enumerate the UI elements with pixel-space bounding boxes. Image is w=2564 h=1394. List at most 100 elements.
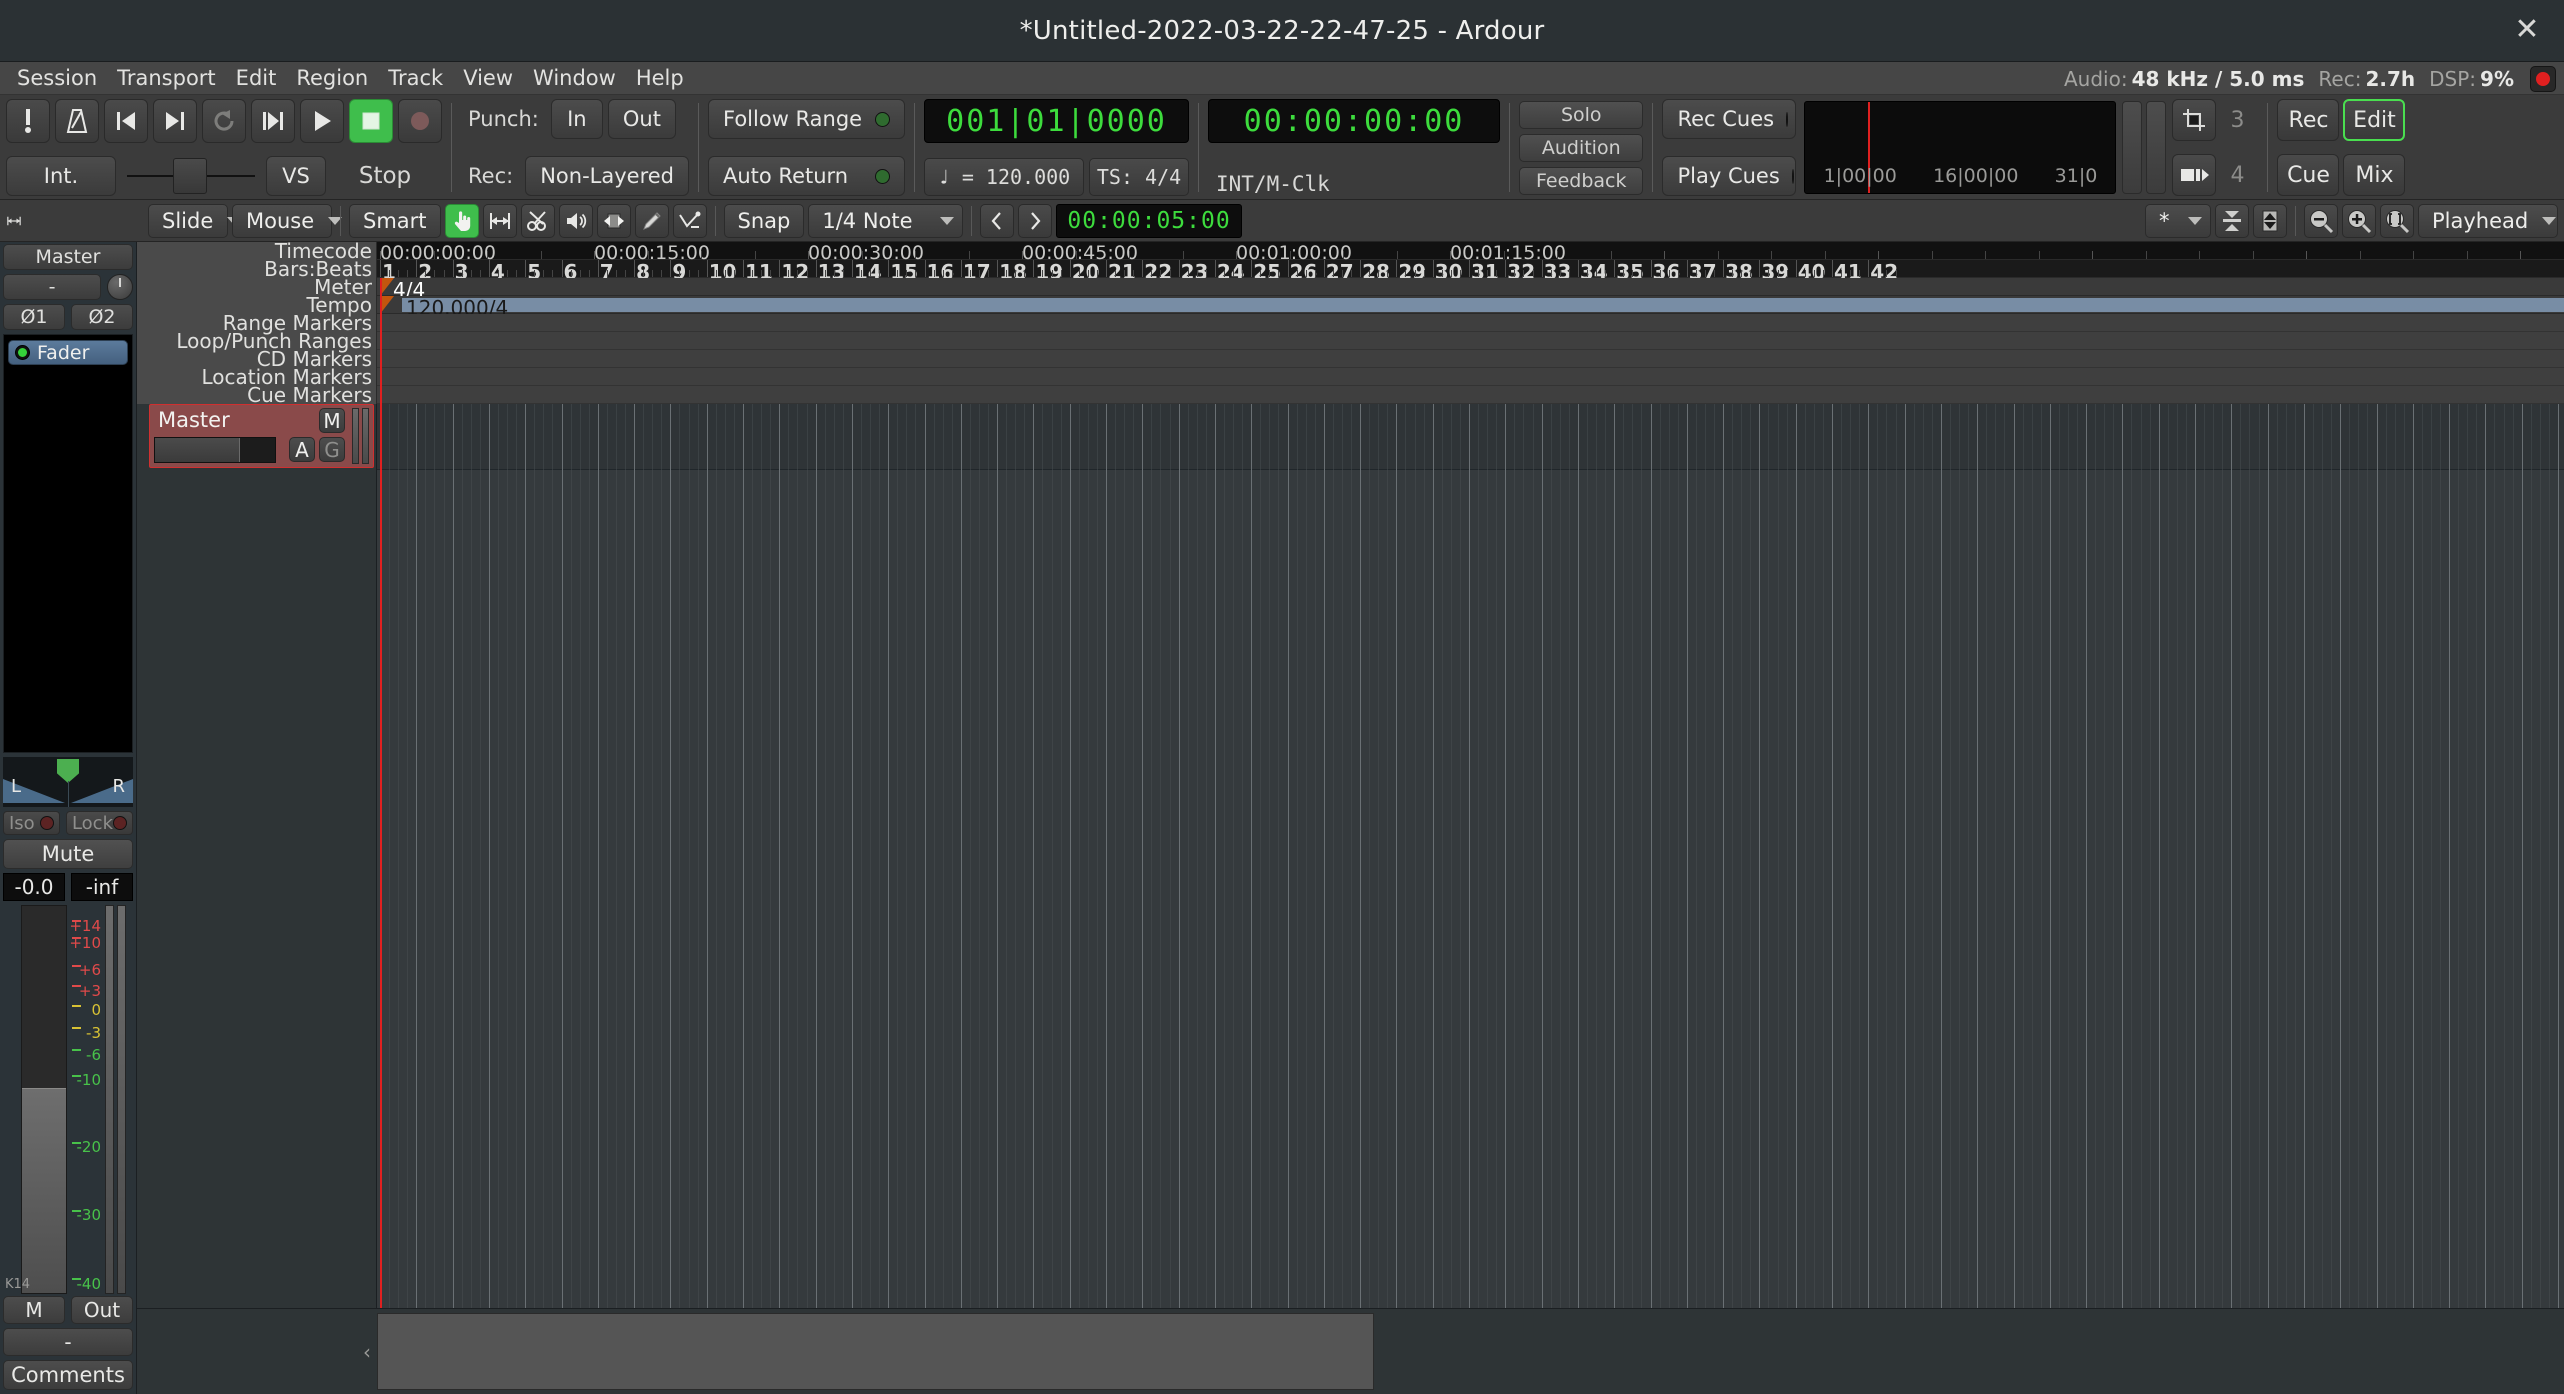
goto-start-button[interactable]: [104, 99, 148, 143]
comments-button[interactable]: Comments: [3, 1360, 133, 1390]
edit-mode-dropdown[interactable]: Slide: [148, 203, 242, 238]
grab-tool[interactable]: [444, 203, 479, 238]
ruler-lane-meter[interactable]: 4/4: [377, 278, 2564, 302]
track-lane-master[interactable]: [377, 404, 2564, 470]
page-button-rec[interactable]: Rec: [2277, 99, 2340, 141]
punch-out-button[interactable]: Out: [607, 99, 676, 139]
close-icon[interactable]: ✕: [2512, 14, 2542, 46]
processor-fader[interactable]: Fader: [8, 340, 128, 365]
vs-button[interactable]: VS: [266, 156, 326, 196]
phase-invert-1[interactable]: Ø1: [3, 304, 65, 330]
range-tool[interactable]: [482, 203, 517, 238]
track-automation-button[interactable]: A: [289, 437, 315, 462]
auto-return-button[interactable]: Auto Return: [708, 156, 905, 196]
record-button[interactable]: [398, 99, 442, 143]
ruler-lane-loop-punch-ranges[interactable]: [377, 332, 2564, 350]
play-range-button[interactable]: [251, 99, 295, 143]
ruler-lane-tempo[interactable]: 120.000/4: [377, 296, 2564, 320]
nudge-backward-button[interactable]: [980, 203, 1015, 238]
zoom-to-session-button[interactable]: [2380, 203, 2414, 238]
edit-automation-tool[interactable]: [672, 203, 707, 238]
page-button-mix[interactable]: Mix: [2343, 154, 2406, 196]
output-button[interactable]: Out: [71, 1296, 133, 1324]
ruler-playhead[interactable]: [380, 278, 382, 404]
page-button-cue[interactable]: Cue: [2277, 154, 2340, 196]
metering-point-button[interactable]: M: [3, 1296, 65, 1324]
metronome-button[interactable]: [55, 99, 99, 143]
cut-tool[interactable]: [520, 203, 555, 238]
solo-indicator[interactable]: Solo: [1519, 100, 1644, 129]
zoom-focus-dropdown[interactable]: Playhead: [2418, 203, 2558, 238]
menu-session[interactable]: Session: [7, 63, 107, 93]
tempo-marker-flag[interactable]: [380, 296, 394, 314]
track-header-master[interactable]: Master M A G: [149, 404, 374, 468]
track-group-button[interactable]: G: [319, 437, 345, 462]
gain-fader[interactable]: [21, 905, 67, 1294]
track-mute-button[interactable]: M: [319, 408, 345, 433]
audition-indicator[interactable]: Audition: [1519, 133, 1644, 162]
tempo-button[interactable]: ♩ = 120.000: [924, 158, 1084, 196]
primary-clock[interactable]: 001|01|0000: [924, 99, 1189, 143]
smart-mode-button[interactable]: Smart: [349, 203, 441, 238]
feedback-indicator[interactable]: Feedback: [1519, 166, 1644, 195]
audition-tool[interactable]: [558, 203, 593, 238]
output-routing-button[interactable]: -: [3, 1328, 133, 1356]
ruler-lane-timecode[interactable]: 00:00:00:00 00:00:15:00 00:00:30:00 00:00:4…: [377, 242, 2564, 264]
processor-active-led[interactable]: [15, 345, 30, 360]
ruler-lane-cue-markers[interactable]: [377, 386, 2564, 404]
monitor-count-3[interactable]: 3: [2216, 99, 2258, 141]
playhead[interactable]: [380, 404, 382, 1308]
secondary-clock[interactable]: 00:00:00:00: [1208, 99, 1500, 143]
time-signature-button[interactable]: TS: 4/4: [1089, 158, 1189, 196]
monitor-count-4[interactable]: 4: [2216, 154, 2258, 196]
page-button-edit[interactable]: Edit: [2343, 99, 2406, 141]
meterbridge-button[interactable]: [2172, 154, 2217, 196]
ruler-lane-location-markers[interactable]: [377, 368, 2564, 386]
solo-iso-button[interactable]: Iso: [3, 811, 60, 835]
monitor-section-button[interactable]: [2172, 99, 2217, 141]
meter-marker-flag[interactable]: [380, 278, 394, 296]
menu-transport[interactable]: Transport: [107, 63, 226, 93]
shrink-tracks-button[interactable]: [2215, 203, 2249, 238]
grid-dropdown[interactable]: 1/4 Note: [808, 203, 964, 238]
processor-box[interactable]: Fader: [3, 334, 133, 753]
play-cues-button[interactable]: Play Cues: [1662, 156, 1797, 196]
ruler-lane-cd-markers[interactable]: [377, 350, 2564, 368]
marker-dropdown[interactable]: *: [2145, 203, 2211, 238]
goto-end-button[interactable]: [153, 99, 197, 143]
punch-in-button[interactable]: In: [550, 99, 603, 139]
midi-panic-button[interactable]: [6, 99, 50, 143]
gain-display[interactable]: -0.0: [3, 873, 65, 901]
stop-button[interactable]: [349, 99, 393, 143]
mini-timeline[interactable]: 1|00|00 16|00|00 31|0: [1804, 101, 2117, 194]
input-button[interactable]: -: [3, 274, 101, 300]
peak-display[interactable]: -inf: [71, 873, 133, 901]
ruler-lanes[interactable]: 00:00:00:00 00:00:15:00 00:00:30:00 00:00:4…: [377, 242, 2564, 404]
edit-point-dropdown[interactable]: Mouse: [232, 203, 343, 238]
strip-resize-handle[interactable]: [6, 210, 22, 232]
loop-button[interactable]: [202, 99, 246, 143]
nudge-clock[interactable]: 00:00:05:00: [1056, 203, 1242, 238]
menu-track[interactable]: Track: [378, 63, 453, 93]
summary-collapse-arrow[interactable]: ‹: [363, 1340, 371, 1364]
rec-cues-button[interactable]: Rec Cues: [1662, 99, 1797, 139]
nudge-forward-button[interactable]: [1018, 203, 1053, 238]
menu-window[interactable]: Window: [523, 63, 626, 93]
menu-region[interactable]: Region: [286, 63, 378, 93]
panner[interactable]: L R: [3, 757, 133, 807]
mute-button[interactable]: Mute: [3, 839, 133, 869]
shuttle-control[interactable]: [121, 156, 261, 196]
zoom-in-button[interactable]: [2342, 203, 2376, 238]
nav-box-left[interactable]: [2122, 101, 2143, 194]
follow-range-button[interactable]: Follow Range: [708, 99, 905, 139]
rec-mode-button[interactable]: Non-Layered: [525, 156, 689, 196]
sync-source-button[interactable]: Int.: [6, 156, 116, 196]
ruler-label-cue-markers[interactable]: Cue Markers: [247, 383, 376, 407]
phase-invert-2[interactable]: Ø2: [71, 304, 133, 330]
menu-view[interactable]: View: [453, 63, 523, 93]
global-record-indicator[interactable]: [2530, 65, 2556, 92]
zoom-out-button[interactable]: [2304, 203, 2338, 238]
menu-edit[interactable]: Edit: [226, 63, 287, 93]
expand-tracks-button[interactable]: [2253, 203, 2287, 238]
editor-canvas[interactable]: [377, 404, 2564, 1308]
